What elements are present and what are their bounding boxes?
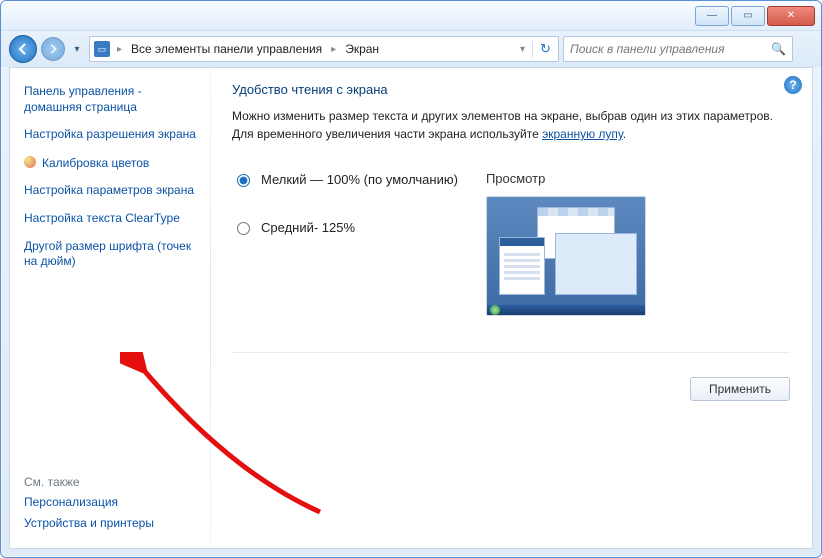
scaling-options: Мелкий — 100% (по умолчанию) Средний- 12… bbox=[232, 171, 790, 316]
chevron-right-icon: ▸ bbox=[114, 44, 125, 55]
breadcrumb[interactable]: ▭ ▸ Все элементы панели управления ▸ Экр… bbox=[89, 36, 559, 62]
radio-small-100-input[interactable] bbox=[237, 174, 250, 187]
sidebar-item-display-params[interactable]: Настройка параметров экрана bbox=[24, 183, 200, 199]
search-icon: 🔍 bbox=[771, 42, 786, 56]
search-input[interactable]: Поиск в панели управления 🔍 bbox=[563, 36, 793, 62]
breadcrumb-seg-display[interactable]: Экран bbox=[339, 37, 385, 61]
radio-column: Мелкий — 100% (по умолчанию) Средний- 12… bbox=[232, 171, 458, 316]
preview-taskbar-icon bbox=[487, 305, 645, 315]
chevron-down-icon[interactable]: ▾ bbox=[517, 44, 528, 55]
search-placeholder: Поиск в панели управления bbox=[570, 42, 725, 56]
breadcrumb-seg-all-items[interactable]: Все элементы панели управления bbox=[125, 37, 328, 61]
see-also-header: См. также bbox=[24, 475, 200, 489]
radio-medium-125-label: Средний- 125% bbox=[261, 220, 355, 235]
sidebar: Панель управления - домашняя страница На… bbox=[10, 68, 210, 548]
radio-medium-125-input[interactable] bbox=[237, 222, 250, 235]
monitor-icon: ▭ bbox=[94, 41, 110, 57]
page-title: Удобство чтения с экрана bbox=[232, 82, 790, 97]
control-panel-window: — ▭ ✕ ▾ ▭ ▸ Все элементы панели управлен… bbox=[0, 0, 822, 558]
titlebar: — ▭ ✕ bbox=[1, 1, 821, 31]
sidebar-item-personalization[interactable]: Персонализация bbox=[24, 495, 200, 511]
radio-medium-125[interactable]: Средний- 125% bbox=[232, 219, 458, 235]
history-dropdown[interactable]: ▾ bbox=[69, 44, 85, 55]
magnifier-link[interactable]: экранную лупу bbox=[542, 127, 623, 141]
main-panel: ? Удобство чтения с экрана Можно изменит… bbox=[210, 68, 812, 548]
radio-small-100-label: Мелкий — 100% (по умолчанию) bbox=[261, 172, 458, 187]
preview-image bbox=[486, 196, 646, 316]
forward-button[interactable] bbox=[41, 37, 65, 61]
sidebar-item-resolution[interactable]: Настройка разрешения экрана bbox=[24, 127, 200, 143]
sidebar-item-calibration[interactable]: Калибровка цветов bbox=[24, 155, 200, 172]
sidebar-item-custom-dpi[interactable]: Другой размер шрифта (точек на дюйм) bbox=[24, 239, 200, 270]
minimize-button[interactable]: — bbox=[695, 6, 729, 26]
close-button[interactable]: ✕ bbox=[767, 6, 815, 26]
help-button[interactable]: ? bbox=[784, 76, 802, 94]
maximize-button[interactable]: ▭ bbox=[731, 6, 765, 26]
refresh-button[interactable]: ↻ bbox=[532, 41, 558, 57]
preview-window-icon bbox=[499, 237, 545, 295]
preview-column: Просмотр bbox=[486, 171, 646, 316]
preview-label: Просмотр bbox=[486, 171, 646, 186]
content-area: Панель управления - домашняя страница На… bbox=[9, 67, 813, 549]
page-description: Можно изменить размер текста и других эл… bbox=[232, 107, 790, 143]
back-button[interactable] bbox=[9, 35, 37, 63]
chevron-right-icon: ▸ bbox=[328, 44, 339, 55]
desc-tail: . bbox=[623, 127, 626, 141]
preview-window-icon bbox=[555, 233, 637, 295]
apply-button[interactable]: Применить bbox=[690, 377, 790, 401]
preview-desktop bbox=[487, 197, 645, 315]
sidebar-item-home[interactable]: Панель управления - домашняя страница bbox=[24, 84, 200, 115]
radio-small-100[interactable]: Мелкий — 100% (по умолчанию) bbox=[232, 171, 458, 187]
apply-row: Применить bbox=[232, 352, 790, 401]
desc-text: Можно изменить размер текста и других эл… bbox=[232, 109, 773, 141]
address-bar: ▾ ▭ ▸ Все элементы панели управления ▸ Э… bbox=[1, 31, 821, 67]
sidebar-item-devices-printers[interactable]: Устройства и принтеры bbox=[24, 516, 200, 532]
see-also-group: См. также Персонализация Устройства и пр… bbox=[24, 471, 200, 538]
sidebar-item-cleartype[interactable]: Настройка текста ClearType bbox=[24, 211, 200, 227]
